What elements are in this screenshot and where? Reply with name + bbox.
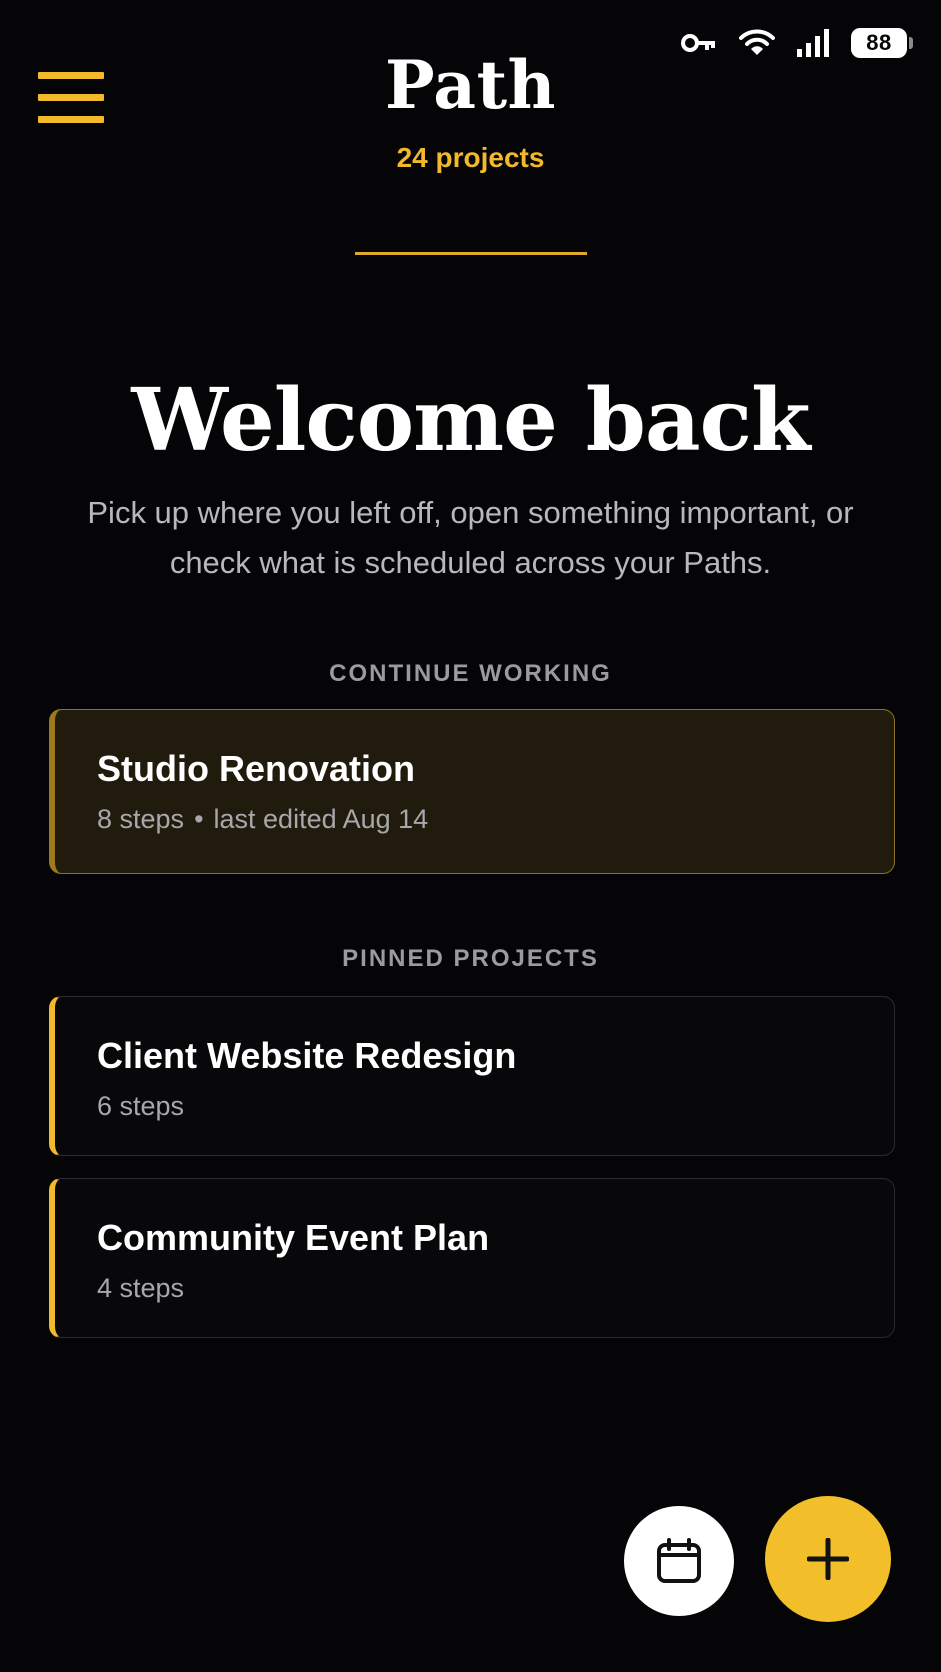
- pinned-projects-label: PINNED PROJECTS: [342, 945, 599, 972]
- card-title: Community Event Plan: [97, 1217, 490, 1258]
- card-title: Studio Renovation: [97, 748, 415, 789]
- card-steps: 4 steps: [97, 1273, 185, 1303]
- pinned-card-client-website-redesign[interactable]: Client Website Redesign 6 steps: [49, 996, 895, 1156]
- project-count: 24 projects: [396, 142, 545, 173]
- meta-separator: •: [194, 804, 204, 834]
- card-title: Client Website Redesign: [97, 1035, 517, 1076]
- calendar-icon: [657, 1538, 701, 1583]
- title-divider: [355, 252, 587, 255]
- pinned-card-community-event-plan[interactable]: Community Event Plan 4 steps: [49, 1178, 895, 1338]
- card-steps: 6 steps: [97, 1091, 185, 1121]
- card-last-edited: last edited Aug 14: [213, 804, 429, 834]
- welcome-subtitle: Pick up where you left off, open somethi…: [87, 495, 854, 580]
- add-project-button[interactable]: [765, 1496, 891, 1622]
- welcome-heading: Welcome back: [131, 370, 810, 471]
- home-screen: 88 Path 24 projects Welcome back Pick up…: [0, 0, 941, 1672]
- continue-card-studio-renovation[interactable]: Studio Renovation 8 steps • last edited Au…: [49, 709, 895, 874]
- plus-icon: [807, 1538, 849, 1580]
- app-title: Path: [384, 46, 557, 124]
- card-meta: 8 steps • last edited Aug 14: [97, 804, 894, 835]
- continue-working-label: CONTINUE WORKING: [329, 660, 612, 687]
- calendar-button[interactable]: [624, 1506, 734, 1616]
- card-steps: 8 steps: [97, 804, 185, 834]
